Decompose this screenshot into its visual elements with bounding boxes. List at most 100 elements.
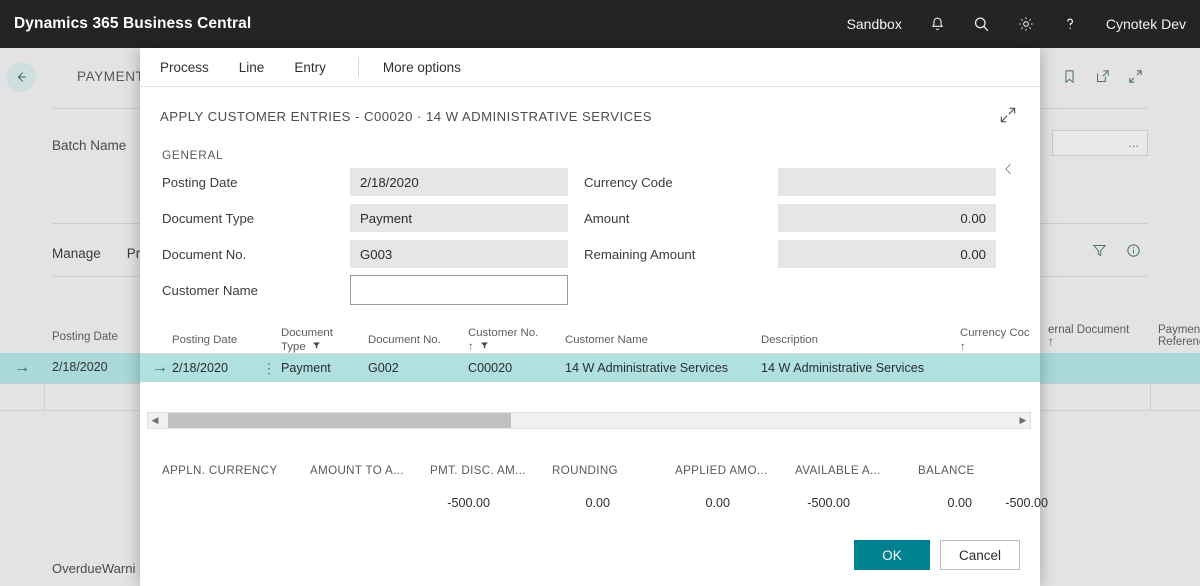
general-section-label: GENERAL <box>162 148 224 162</box>
scrollbar-track[interactable] <box>162 413 1016 428</box>
document-no-field[interactable]: G003 <box>350 240 568 268</box>
grid-column-customer-name[interactable]: Customer Name <box>565 333 648 347</box>
total-value-rounding: 0.00 <box>705 496 730 510</box>
total-header-pmt-disc-amount: PMT. DISC. AM... <box>430 464 526 477</box>
document-type-field[interactable]: Payment <box>350 204 568 232</box>
scroll-right-arrow-icon[interactable]: ▶ <box>1016 415 1030 426</box>
sort-ascending-icon[interactable]: ↑ <box>960 341 966 353</box>
grid-column-currency-code-label: Currency Coc <box>960 327 1030 339</box>
dialog-title: APPLY CUSTOMER ENTRIES - C00020 · 14 W A… <box>160 109 653 124</box>
amount-field[interactable]: 0.00 <box>778 204 996 232</box>
row-indicator-arrow-icon: → <box>14 359 30 376</box>
bell-icon[interactable] <box>916 0 959 48</box>
total-header-appln-currency: APPLN. CURRENCY <box>162 464 278 477</box>
entries-grid: Posting Date Document Type Document No. … <box>140 312 1040 434</box>
field-row-document-type: Document Type Payment <box>162 204 612 232</box>
ok-button[interactable]: OK <box>853 540 930 570</box>
background-column-posting-date: Posting Date <box>52 331 118 343</box>
background-overdue-warning-label: OverdueWarni <box>52 561 136 576</box>
apply-customer-entries-dialog: Process Line Entry More options APPLY CU… <box>140 48 1048 586</box>
cell-document-no: G002 <box>368 361 399 375</box>
background-row-posting-date: 2/18/2020 <box>52 360 108 374</box>
field-row-document-no: Document No. G003 <box>162 240 612 268</box>
cell-customer-no: C00020 <box>468 361 513 375</box>
toolbar-process-button[interactable]: Process <box>160 60 209 75</box>
top-navigation-bar: Dynamics 365 Business Central Sandbox Cy… <box>0 0 1200 48</box>
total-value-balance: -500.00 <box>1005 496 1048 510</box>
field-row-amount: Amount 0.00 <box>584 204 1024 232</box>
scrollbar-thumb[interactable] <box>168 413 511 428</box>
company-name[interactable]: Cynotek Dev <box>1092 0 1200 48</box>
background-column-external-document-no-label: ernal Document <box>1048 324 1130 336</box>
environment-badge[interactable]: Sandbox <box>833 0 916 48</box>
field-row-customer-name: Customer Name <box>162 275 612 305</box>
filter-funnel-icon[interactable] <box>477 341 489 353</box>
scroll-left-arrow-icon[interactable]: ◀ <box>148 415 162 426</box>
cell-document-type: Payment <box>281 361 331 375</box>
collapse-icon[interactable] <box>1127 68 1144 90</box>
total-header-amount-to-apply: AMOUNT TO A... <box>310 464 404 477</box>
grid-column-description[interactable]: Description <box>761 333 818 347</box>
currency-code-field[interactable] <box>778 168 996 196</box>
background-page-action-icons <box>1061 68 1144 90</box>
posting-date-field[interactable]: 2/18/2020 <box>350 168 568 196</box>
open-in-new-icon[interactable] <box>1094 68 1111 90</box>
totals-summary: APPLN. CURRENCY AMOUNT TO A... PMT. DISC… <box>140 434 1048 524</box>
expand-diagonal-icon[interactable] <box>998 105 1018 130</box>
field-row-posting-date: Posting Date 2/18/2020 <box>162 168 612 196</box>
search-icon[interactable] <box>959 0 1004 48</box>
remaining-amount-field[interactable]: 0.00 <box>778 240 996 268</box>
general-form: Posting Date 2/18/2020 Document Type Pay… <box>140 162 1040 312</box>
currency-code-label: Currency Code <box>584 174 673 190</box>
total-header-rounding: ROUNDING <box>552 464 618 477</box>
total-value-applied-amount: -500.00 <box>807 496 850 510</box>
toolbar-line-button[interactable]: Line <box>239 60 265 75</box>
background-column-reference-label: Referenc <box>1158 336 1200 348</box>
bookmark-icon[interactable] <box>1061 68 1078 90</box>
cell-customer-name: 14 W Administrative Services <box>565 361 729 375</box>
cancel-button[interactable]: Cancel <box>939 540 1020 570</box>
document-type-label: Document Type <box>162 210 255 226</box>
grid-column-customer-no[interactable]: Customer No. ↑ <box>468 326 538 354</box>
grid-horizontal-scrollbar[interactable]: ◀ ▶ <box>147 412 1031 429</box>
background-menu-manage[interactable]: Manage <box>52 246 101 261</box>
app-root: Dynamics 365 Business Central Sandbox Cy… <box>0 0 1200 586</box>
total-header-balance: BALANCE <box>918 464 975 477</box>
topbar-actions: Sandbox Cynotek Dev <box>833 0 1200 48</box>
sort-ascending-icon: ↑ <box>1048 336 1054 348</box>
row-options-icon[interactable]: ⋮ <box>262 354 276 382</box>
batch-name-label: Batch Name <box>52 138 127 153</box>
gear-icon[interactable] <box>1004 0 1048 48</box>
grid-column-currency-code[interactable]: Currency Coc ↑ <box>960 326 1030 354</box>
background-menu-bar: Manage Pro <box>52 246 148 261</box>
grid-column-document-no[interactable]: Document No. <box>368 333 441 347</box>
total-header-applied-amount: APPLIED AMO... <box>675 464 768 477</box>
customer-name-label: Customer Name <box>162 282 259 298</box>
filter-icon[interactable] <box>1091 242 1108 264</box>
cell-posting-date: 2/18/2020 <box>172 361 229 375</box>
back-arrow-icon[interactable] <box>6 62 36 92</box>
background-column-payment-reference: Payment Referenc <box>1158 324 1200 348</box>
customer-name-input[interactable] <box>350 275 568 305</box>
total-value-pmt-disc-amount: 0.00 <box>585 496 610 510</box>
background-column-external-document-no: ernal Document ↑ <box>1048 324 1129 348</box>
toolbar-divider <box>357 57 359 77</box>
info-icon[interactable] <box>1125 242 1142 264</box>
grid-column-document-type-line1: Document <box>281 327 333 339</box>
sort-ascending-icon[interactable]: ↑ <box>468 341 474 353</box>
cell-description: 14 W Administrative Services <box>761 361 925 375</box>
row-indicator-arrow-icon: → <box>152 359 168 376</box>
grid-column-document-type[interactable]: Document Type <box>281 326 333 354</box>
batch-name-field[interactable]: ... <box>1052 130 1148 156</box>
field-row-currency-code: Currency Code <box>584 168 1024 196</box>
toolbar-entry-button[interactable]: Entry <box>294 60 326 75</box>
help-icon[interactable] <box>1048 0 1092 48</box>
total-value-amount-to-apply: -500.00 <box>447 496 490 510</box>
toolbar-more-options-button[interactable]: More options <box>383 60 461 75</box>
table-row[interactable]: → 2/18/2020 ⋮ Payment G002 C00020 14 W A… <box>140 354 1040 382</box>
grid-column-posting-date[interactable]: Posting Date <box>172 333 237 347</box>
filter-funnel-icon[interactable] <box>309 341 321 353</box>
dialog-footer: OK Cancel <box>140 524 1040 586</box>
remaining-amount-label: Remaining Amount <box>584 246 696 262</box>
grid-column-customer-no-label: Customer No. <box>468 327 539 339</box>
